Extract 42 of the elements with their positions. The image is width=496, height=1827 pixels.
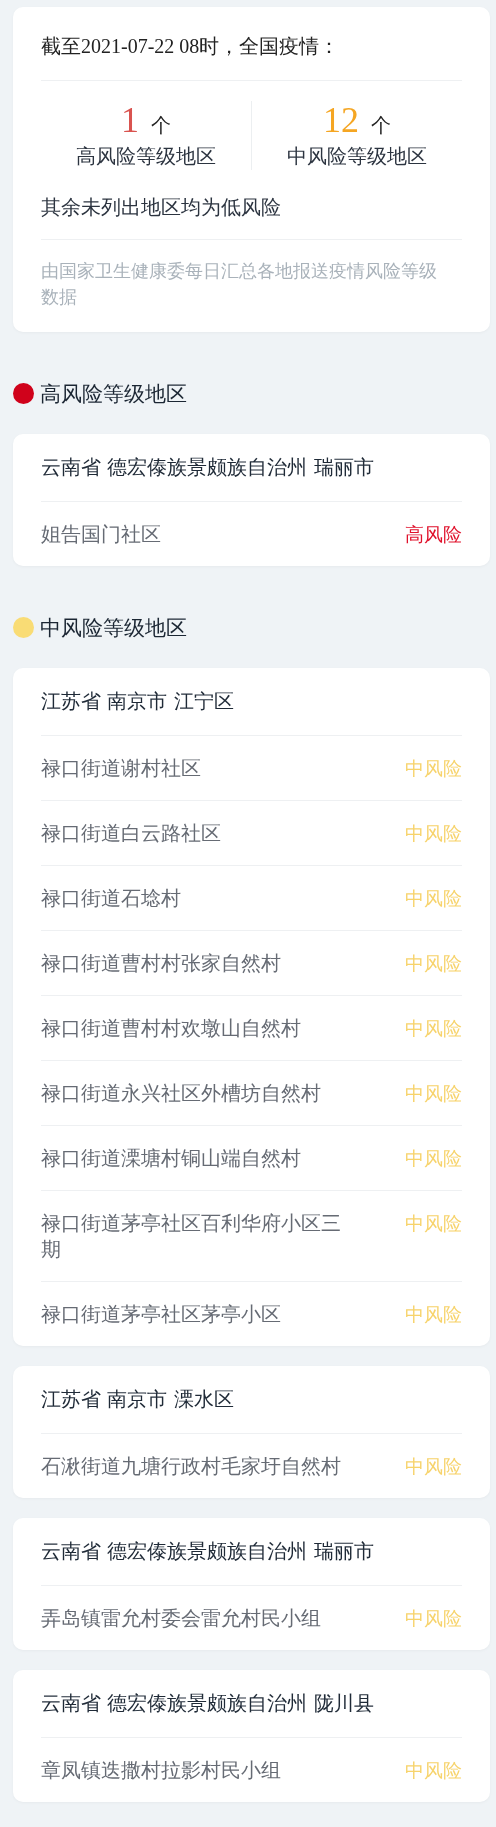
risk-label: 中风险 xyxy=(405,1757,462,1783)
count: 12 xyxy=(323,101,359,141)
risk-label: 中风险 xyxy=(405,755,462,781)
risk-label: 中风险 xyxy=(405,1015,462,1041)
area-name: 石湫街道九塘行政村毛家圩自然村 xyxy=(41,1452,341,1479)
area-name: 禄口街道谢村社区 xyxy=(41,754,201,781)
unit: 个 xyxy=(151,112,171,139)
risk-label: 中风险 xyxy=(405,950,462,976)
risk-label: 中风险 xyxy=(405,1453,462,1479)
risk-label: 中风险 xyxy=(405,1145,462,1171)
region-name: 云南省 德宏傣族景颇族自治州 瑞丽市 xyxy=(41,1517,462,1586)
area-name: 禄口街道茅亭社区百利华府小区三期 xyxy=(41,1209,342,1262)
source-note: 由国家卫生健康委每日汇总各地报送疫情风险等级数据 xyxy=(41,258,438,309)
area-name: 禄口街道石埝村 xyxy=(41,884,181,911)
risk-label: 中风险 xyxy=(405,1080,462,1106)
region-name: 云南省 德宏傣族景颇族自治州 陇川县 xyxy=(41,1669,462,1738)
area-name: 弄岛镇雷允村委会雷允村民小组 xyxy=(41,1604,321,1631)
area-name: 禄口街道茅亭社区茅亭小区 xyxy=(41,1300,281,1327)
count: 1 xyxy=(121,101,139,141)
region-name: 江苏省 南京市 溧水区 xyxy=(41,1365,462,1434)
area-name: 章凤镇迭撒村拉影村民小组 xyxy=(41,1756,281,1783)
risk-label: 中风险 xyxy=(405,1301,462,1327)
summary-title: 截至2021-07-22 08时，全国疫情： xyxy=(41,7,462,81)
risk-label: 高风险 xyxy=(405,521,462,547)
area-name: 禄口街道曹村村张家自然村 xyxy=(41,949,281,976)
area-name: 禄口街道曹村村欢墩山自然村 xyxy=(41,1014,301,1041)
risk-label: 中风险 xyxy=(405,1210,462,1236)
section-title: 高风险等级地区 xyxy=(40,380,187,408)
region-name: 江苏省 南京市 江宁区 xyxy=(41,667,462,736)
stat-label: 高风险等级地区 xyxy=(76,142,216,170)
region-name: 云南省 德宏傣族景颇族自治州 瑞丽市 xyxy=(41,433,462,502)
area-name: 姐告国门社区 xyxy=(41,520,161,547)
section-title: 中风险等级地区 xyxy=(40,614,187,642)
risk-label: 中风险 xyxy=(405,1605,462,1631)
stat-label: 中风险等级地区 xyxy=(287,142,427,170)
note: 其余未列出地区均为低风险 xyxy=(41,183,462,240)
risk-label: 中风险 xyxy=(405,820,462,846)
risk-label: 中风险 xyxy=(405,885,462,911)
area-name: 禄口街道溧塘村铜山端自然村 xyxy=(41,1144,301,1171)
area-name: 禄口街道永兴社区外槽坊自然村 xyxy=(41,1079,321,1106)
unit: 个 xyxy=(371,112,391,139)
area-name: 禄口街道白云路社区 xyxy=(41,819,221,846)
